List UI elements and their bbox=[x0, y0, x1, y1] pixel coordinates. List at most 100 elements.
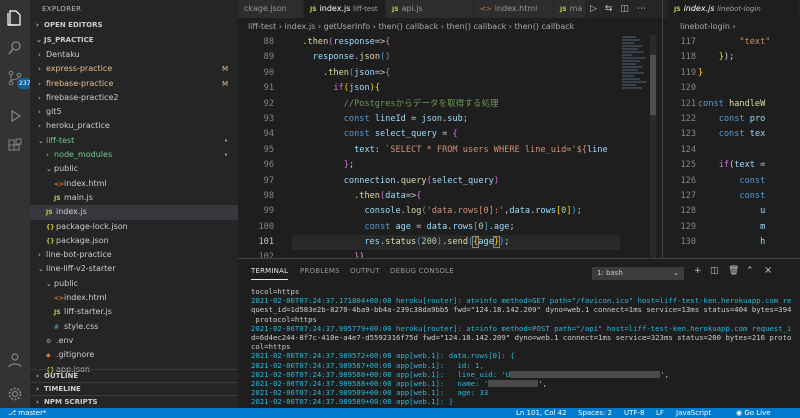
open-editors-section[interactable]: › OPEN EDITORS bbox=[30, 18, 238, 33]
end-of-line[interactable]: LF bbox=[656, 408, 664, 418]
maximize-panel-icon[interactable]: ⌃ bbox=[746, 266, 754, 276]
tree-item[interactable]: ⌄ liff-test • bbox=[30, 134, 238, 148]
breadcrumb-item[interactable]: getUserInfo bbox=[324, 22, 371, 31]
encoding[interactable]: UTF-8 bbox=[624, 408, 644, 418]
breadcrumb-item[interactable]: liff-test bbox=[248, 22, 276, 31]
run-icon[interactable]: ▷ bbox=[590, 4, 597, 14]
minimap-line bbox=[622, 60, 640, 62]
tree-item-label: .env bbox=[56, 335, 74, 345]
more-actions-icon[interactable]: ⋯ bbox=[637, 4, 646, 14]
terminal-line: 2021-02-06T07:24:37.989589+00:00 app[web… bbox=[251, 388, 489, 398]
tree-item[interactable]: JS liff-starter.js bbox=[30, 305, 238, 319]
compare-icon[interactable]: ⇆ bbox=[605, 4, 613, 14]
tree-item[interactable]: ⌄ public bbox=[30, 162, 238, 176]
go-live-label: Go Live bbox=[744, 409, 771, 417]
chevron-right-icon: › bbox=[38, 108, 41, 117]
chevron-right-icon: › bbox=[276, 22, 285, 31]
terminal-shell-select[interactable]: 1: bash ⌄ bbox=[592, 267, 684, 280]
tree-item[interactable]: › heroku_practice bbox=[30, 119, 238, 133]
tree-item[interactable]: JS index.js bbox=[30, 205, 238, 220]
go-live-button[interactable]: ◉ Go Live bbox=[736, 408, 771, 418]
code-line: .then(json=>{ bbox=[292, 67, 391, 78]
tab-debug-console[interactable]: DEBUG CONSOLE bbox=[390, 267, 454, 275]
npm-scripts-section[interactable]: › NPM SCRIPTS bbox=[30, 395, 238, 408]
close-panel-icon[interactable]: × bbox=[764, 265, 772, 276]
tree-item[interactable]: › express-practice M bbox=[30, 62, 238, 76]
extensions-icon[interactable] bbox=[5, 136, 25, 156]
trash-icon[interactable]: 🗑 bbox=[728, 266, 739, 276]
code-editor[interactable]: 888990919293949596979899100101102103104 … bbox=[238, 35, 640, 258]
code-line: const bbox=[739, 190, 766, 201]
tree-item[interactable]: <>index.html bbox=[30, 291, 238, 305]
line-number: 121 bbox=[680, 98, 696, 109]
tab-output[interactable]: OUTPUT bbox=[350, 267, 380, 275]
breadcrumb-item[interactable]: linebot-login bbox=[680, 22, 730, 31]
account-icon[interactable] bbox=[5, 350, 25, 370]
chevron-down-icon: ⌄ bbox=[46, 165, 52, 174]
scrollbar-thumb[interactable] bbox=[650, 55, 656, 115]
tree-item-label: index.html bbox=[64, 293, 107, 303]
js-file-icon: JS bbox=[46, 209, 53, 217]
tree-item[interactable]: › git5 bbox=[30, 105, 238, 119]
terminal-line: 2021-02-06T07:24:37.989572+00:00 app[web… bbox=[251, 351, 515, 361]
tree-item[interactable]: › firebase-practice M bbox=[30, 77, 238, 91]
tree-item[interactable]: {}package-lock.json bbox=[30, 220, 238, 234]
tab-package-json[interactable]: ckage.json bbox=[238, 0, 304, 18]
code-editor-secondary[interactable]: 117 118 119 120 121 122 123 124 125 126 127 128 129 1… bbox=[668, 35, 800, 258]
breadcrumb-item[interactable]: then() callback bbox=[515, 22, 575, 31]
indentation[interactable]: Spaces: 2 bbox=[578, 408, 612, 418]
tree-item[interactable]: {}package.json bbox=[30, 234, 238, 248]
tab-api-js[interactable]: JS api.js bbox=[386, 0, 474, 18]
tree-item[interactable]: ⌄ public bbox=[30, 277, 238, 291]
tree-item[interactable]: ⌄ line-liff-v2-starter bbox=[30, 262, 238, 276]
tree-item[interactable]: ⚙ .env bbox=[30, 334, 238, 348]
line-number: 102 bbox=[258, 252, 274, 258]
minimap[interactable] bbox=[620, 35, 650, 258]
vertical-scrollbar[interactable] bbox=[650, 35, 656, 258]
tree-item[interactable]: # style.css bbox=[30, 320, 238, 334]
run-debug-icon[interactable] bbox=[5, 106, 25, 126]
timeline-section[interactable]: › TIMELINE bbox=[30, 382, 238, 395]
terminal-line: col=https bbox=[251, 342, 291, 352]
js-file-icon: JS bbox=[54, 194, 61, 202]
source-control-icon[interactable]: 237 bbox=[5, 68, 33, 89]
tab-index-js-liff-test[interactable]: JS index.js liff-test bbox=[304, 0, 386, 18]
tab-index-html[interactable]: <> index.html bbox=[474, 0, 554, 18]
tab-index-js-linebot-login[interactable]: JS index.js linebot-login bbox=[668, 0, 800, 18]
chevron-right-icon: › bbox=[38, 51, 41, 59]
tree-item[interactable]: <>index.html bbox=[30, 177, 238, 191]
breadcrumb-item[interactable]: then() callback bbox=[378, 22, 438, 31]
terminal-output[interactable]: tocol=https 2021-02-06T07:24:37.171804+0… bbox=[251, 287, 800, 407]
code-line: }); bbox=[718, 52, 735, 63]
search-icon[interactable] bbox=[5, 38, 25, 58]
tree-item-label: index.js bbox=[56, 207, 87, 217]
split-terminal-icon[interactable]: ◫ bbox=[710, 266, 719, 276]
cursor-position[interactable]: Ln 101, Col 42 bbox=[516, 408, 567, 418]
breadcrumb-item[interactable]: index.js bbox=[285, 22, 316, 31]
editor-split-divider[interactable] bbox=[662, 0, 663, 258]
breadcrumb-item[interactable]: then() callback bbox=[447, 22, 507, 31]
tree-item-label: Dentaku bbox=[46, 50, 80, 59]
line-number: 130 bbox=[680, 237, 696, 248]
tab-terminal[interactable]: TERMINAL bbox=[251, 267, 289, 280]
language-mode[interactable]: JavaScript bbox=[676, 408, 711, 418]
tree-item[interactable]: › Dentaku bbox=[30, 48, 238, 62]
branch-indicator[interactable]: ⎇ master* bbox=[8, 408, 46, 418]
tree-item[interactable]: ◆ .gitignore bbox=[30, 348, 238, 362]
tree-item[interactable]: JS main.js bbox=[30, 191, 238, 205]
tree-item-label: firebase-practice bbox=[46, 78, 114, 88]
outline-section[interactable]: › OUTLINE bbox=[30, 369, 238, 382]
settings-gear-icon[interactable] bbox=[5, 384, 25, 404]
explorer-icon[interactable] bbox=[5, 8, 25, 28]
split-editor-icon[interactable]: ◫ bbox=[620, 4, 629, 14]
tree-item-label: package.json bbox=[56, 235, 109, 245]
tab-main[interactable]: JS ma bbox=[554, 0, 586, 18]
tree-item[interactable]: › node_modules • bbox=[30, 148, 238, 162]
workspace-section[interactable]: ⌄ JS_PRACTICE bbox=[30, 33, 238, 48]
html-file-icon: <> bbox=[54, 295, 65, 303]
tab-problems[interactable]: PROBLEMS bbox=[300, 267, 340, 275]
new-terminal-icon[interactable]: + bbox=[694, 266, 702, 276]
tree-item[interactable]: › firebase-practice2 bbox=[30, 91, 238, 105]
tree-item-label: heroku_practice bbox=[46, 121, 110, 131]
tree-item[interactable]: › line-bot-practice bbox=[30, 248, 238, 262]
